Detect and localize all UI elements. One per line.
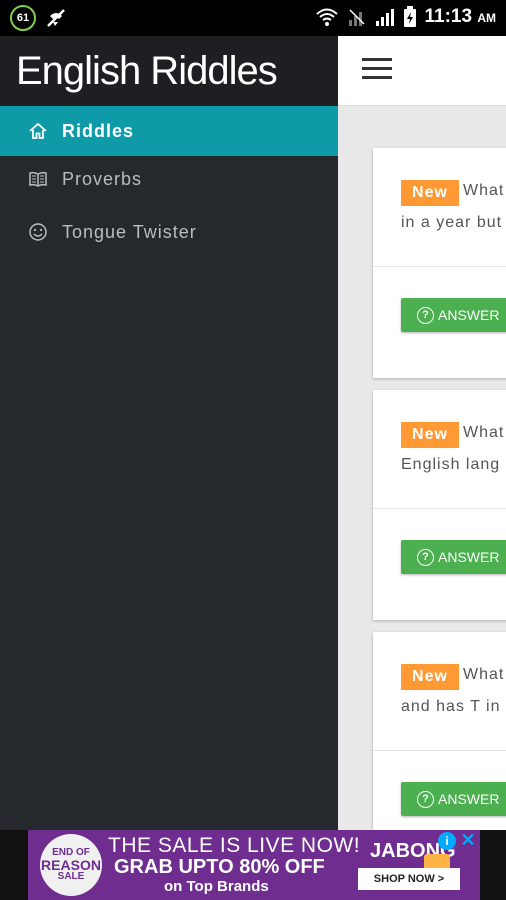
card-divider (373, 266, 506, 267)
drawer-item-label: Riddles (62, 120, 135, 141)
ad-close-icon[interactable]: ✕ (459, 830, 477, 850)
mute-icon (47, 9, 65, 27)
riddle-list-area: New What in a year but ? ANSWER New What… (338, 36, 506, 830)
new-badge: New (401, 422, 459, 448)
navigation-drawer: English Riddles Riddles Proverbs Tongue … (0, 36, 338, 830)
shop-now-button[interactable]: SHOP NOW > (358, 868, 460, 890)
sale-logo-mid: REASON (41, 857, 101, 873)
question-icon: ? (417, 548, 434, 566)
riddle-text-line1: What (463, 182, 505, 199)
card-divider (373, 750, 506, 751)
ad-subtext: on Top Brands (164, 878, 269, 895)
sale-logo-bottom: SALE (57, 871, 85, 882)
hamburger-menu-icon[interactable] (362, 58, 392, 82)
signal-off-icon (348, 9, 365, 26)
answer-button-label: ANSWER (438, 307, 500, 323)
notification-count-icon: 61 (10, 5, 36, 31)
sale-logo: END OF REASON SALE (40, 834, 102, 896)
smile-icon (29, 223, 47, 241)
home-icon (29, 122, 47, 139)
riddle-text-line2: English lang (401, 456, 501, 473)
clock-time: 11:13 (424, 6, 473, 27)
answer-button[interactable]: ? ANSWER (401, 782, 506, 816)
ad-banner[interactable]: END OF REASON SALE THE SALE IS LIVE NOW!… (28, 830, 480, 900)
riddle-text-line1: What (463, 424, 505, 441)
answer-button[interactable]: ? ANSWER (401, 298, 506, 332)
status-bar: 61 11:13 AM (0, 0, 506, 36)
drawer-item-label: Tongue Twister (62, 221, 197, 242)
battery-icon (403, 6, 416, 27)
riddle-card[interactable]: New What in a year but ? ANSWER (373, 148, 506, 378)
signal-icon (375, 9, 394, 26)
answer-button-label: ANSWER (438, 791, 500, 807)
answer-button-label: ANSWER (438, 549, 500, 565)
ad-offer: GRAB UPTO 80% OFF (114, 856, 325, 878)
wifi-icon (315, 8, 338, 26)
app-title: English Riddles (16, 48, 278, 93)
book-icon (29, 171, 47, 187)
question-icon: ? (417, 306, 434, 324)
drawer-item-riddles[interactable]: Riddles (0, 106, 338, 156)
riddle-card[interactable]: New What and has T in ? ANSWER (373, 632, 506, 830)
drawer-item-proverbs[interactable]: Proverbs (0, 154, 338, 204)
answer-button[interactable]: ? ANSWER (401, 540, 506, 574)
riddle-text-line2: and has T in (401, 698, 501, 715)
app-toolbar (338, 36, 506, 106)
new-badge: New (401, 664, 459, 690)
riddle-text-line1: What (463, 666, 505, 683)
card-divider (373, 508, 506, 509)
status-clock: 11:13 AM (425, 6, 497, 28)
riddle-card[interactable]: New What English lang ? ANSWER (373, 390, 506, 620)
ad-info-icon[interactable]: i (438, 832, 456, 850)
riddle-text-line2: in a year but (401, 214, 503, 231)
drawer-header: English Riddles (0, 36, 338, 106)
new-badge: New (401, 180, 459, 206)
drawer-item-label: Proverbs (62, 168, 143, 189)
clock-ampm: AM (477, 11, 496, 25)
question-icon: ? (417, 790, 434, 808)
drawer-item-tongue-twister[interactable]: Tongue Twister (0, 207, 338, 257)
ad-bar: END OF REASON SALE THE SALE IS LIVE NOW!… (0, 830, 506, 900)
ad-headline: THE SALE IS LIVE NOW! (108, 834, 361, 857)
